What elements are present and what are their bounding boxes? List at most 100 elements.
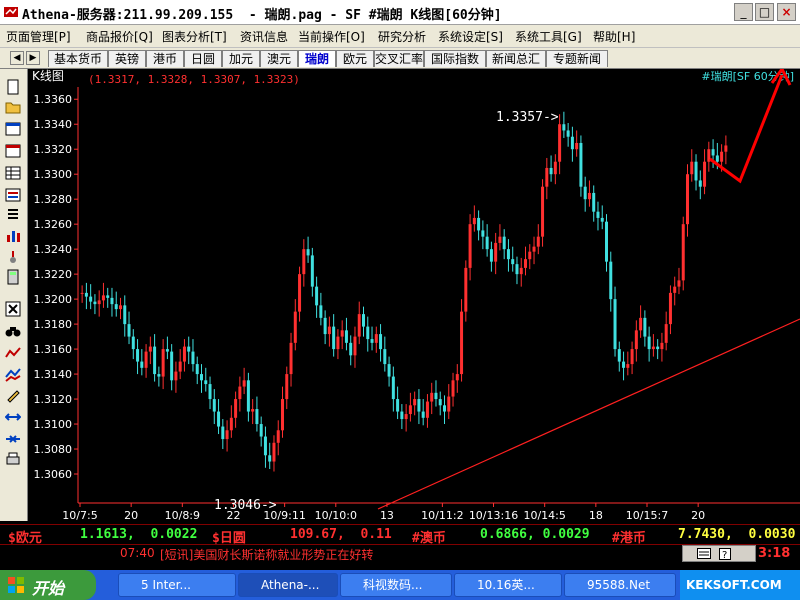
news-headline[interactable]: [短讯]美国财长斯诺称就业形势正在好转 bbox=[160, 546, 373, 563]
candlestick bbox=[178, 349, 182, 380]
tab-hkd[interactable]: 港币 bbox=[146, 50, 184, 67]
task-95588[interactable]: 95588.Net bbox=[564, 573, 676, 597]
tab-topic-news[interactable]: 专题新闻 bbox=[546, 50, 608, 67]
title-bar: Athena-服务器:211.99.209.155 - 瑞朗.pag - SF … bbox=[0, 0, 800, 25]
list-icon[interactable] bbox=[5, 207, 21, 223]
candle-body bbox=[131, 336, 135, 350]
y-tick-label: 1.3080 bbox=[34, 443, 73, 456]
candlestick bbox=[447, 384, 451, 420]
y-tick-label: 1.3300 bbox=[34, 168, 73, 181]
start-button[interactable]: 开始 bbox=[0, 570, 96, 600]
candlestick bbox=[349, 335, 353, 366]
tab-intl-index[interactable]: 国际指数 bbox=[424, 50, 486, 67]
signal-icon[interactable] bbox=[5, 249, 21, 265]
tab-basic-currency[interactable]: 基本货币 bbox=[48, 50, 108, 67]
candlestick bbox=[524, 246, 527, 276]
candlestick bbox=[430, 382, 434, 415]
candle-body bbox=[119, 305, 122, 310]
candlestick bbox=[413, 391, 417, 416]
candle-body bbox=[485, 236, 489, 250]
candle-body bbox=[664, 324, 668, 343]
binoculars-icon[interactable] bbox=[5, 323, 21, 339]
help-icon[interactable]: ? bbox=[719, 548, 731, 560]
menu-page-manage[interactable]: 页面管理[P] bbox=[6, 28, 71, 45]
candlestick bbox=[161, 339, 165, 390]
menu-system-settings[interactable]: 系统设定[S] bbox=[438, 28, 503, 45]
system-tray: KEKSOFT.COM bbox=[680, 570, 800, 600]
table-icon[interactable] bbox=[5, 165, 21, 181]
tab-news-summary[interactable]: 新闻总汇 bbox=[486, 50, 546, 67]
kline-chart[interactable]: K线图 (1.3317, 1.3328, 1.3307, 1.3323) #瑞朗… bbox=[28, 66, 800, 522]
candlestick bbox=[694, 154, 698, 191]
candle-body bbox=[532, 246, 536, 252]
input-toolbar[interactable]: ? bbox=[682, 545, 756, 562]
minimize-button[interactable]: _ bbox=[734, 3, 753, 21]
tab-cad[interactable]: 加元 bbox=[222, 50, 260, 67]
menu-system-tools[interactable]: 系统工具[G] bbox=[515, 28, 582, 45]
candlestick bbox=[549, 155, 553, 182]
candlestick bbox=[562, 111, 566, 138]
menu-current-op[interactable]: 当前操作[O] bbox=[298, 28, 365, 45]
indicator-icon[interactable] bbox=[5, 367, 21, 383]
close-chart-icon[interactable] bbox=[5, 301, 21, 317]
candlestick bbox=[707, 141, 711, 172]
tab-cross-rates[interactable]: 交叉汇率 bbox=[374, 50, 424, 67]
tab-jpy[interactable]: 日圆 bbox=[184, 50, 222, 67]
menu-help[interactable]: 帮助[H] bbox=[593, 28, 635, 45]
pencil-icon[interactable] bbox=[5, 387, 21, 403]
candle-body bbox=[148, 346, 152, 352]
tab-eur[interactable]: 欧元 bbox=[336, 50, 374, 67]
tab-scroll-left-icon[interactable]: ◀ bbox=[10, 51, 24, 65]
candlestick bbox=[344, 317, 348, 351]
menu-info[interactable]: 资讯信息 bbox=[240, 28, 288, 45]
candlestick bbox=[315, 276, 319, 318]
clock-display: 3:18 bbox=[758, 546, 791, 561]
window-icon[interactable] bbox=[5, 121, 21, 137]
candle-body bbox=[332, 326, 336, 350]
tab-gbp[interactable]: 英镑 bbox=[108, 50, 146, 67]
menu-chart-analysis[interactable]: 图表分析[T] bbox=[162, 28, 227, 45]
tab-scroll-right-icon[interactable]: ▶ bbox=[26, 51, 40, 65]
tab-chf[interactable]: 瑞朗 bbox=[298, 50, 336, 67]
candlestick bbox=[332, 314, 336, 357]
new-page-icon[interactable] bbox=[5, 79, 21, 95]
report-icon[interactable] bbox=[5, 187, 21, 203]
candlestick bbox=[310, 247, 314, 297]
y-tick-label: 1.3060 bbox=[34, 468, 73, 481]
candle-body bbox=[127, 324, 131, 337]
candlestick bbox=[391, 366, 395, 412]
candlestick bbox=[153, 334, 157, 382]
candle-body bbox=[472, 217, 476, 225]
candle-body bbox=[575, 142, 579, 150]
bar-chart-icon[interactable] bbox=[5, 227, 21, 243]
candle-body bbox=[647, 336, 651, 350]
candle-body bbox=[315, 286, 319, 306]
tab-aud[interactable]: 澳元 bbox=[260, 50, 298, 67]
candle-body bbox=[204, 380, 208, 385]
line-chart-icon[interactable] bbox=[5, 345, 21, 361]
candlestick bbox=[664, 311, 668, 351]
menu-research[interactable]: 研究分析 bbox=[378, 28, 426, 45]
candle-body bbox=[498, 236, 502, 243]
candlestick bbox=[421, 399, 425, 426]
open-folder-icon[interactable] bbox=[5, 99, 21, 115]
x-tick-label: 10/13:16 bbox=[469, 509, 518, 521]
keyboard-icon[interactable] bbox=[697, 548, 711, 559]
candle-body bbox=[285, 374, 289, 400]
chart-canvas[interactable]: K线图 (1.3317, 1.3328, 1.3307, 1.3323) #瑞朗… bbox=[28, 66, 800, 522]
close-button[interactable]: × bbox=[777, 3, 796, 21]
calendar-icon[interactable] bbox=[5, 143, 21, 159]
print-icon[interactable] bbox=[5, 451, 21, 467]
zoom-out-icon[interactable] bbox=[5, 409, 21, 425]
task-1016[interactable]: 10.16英... bbox=[454, 573, 562, 597]
candlestick bbox=[502, 229, 506, 260]
calculator-icon[interactable] bbox=[5, 269, 21, 285]
zoom-in-icon[interactable] bbox=[5, 431, 21, 447]
menu-quotes[interactable]: 商品报价[Q] bbox=[86, 28, 153, 45]
tabs-bar: ◀ ▶ 基本货币 英镑 港币 日圆 加元 澳元 瑞朗 欧元 交叉汇率 国际指数 … bbox=[0, 48, 800, 69]
maximize-button[interactable]: □ bbox=[755, 3, 774, 21]
task-keshi[interactable]: 科视数码... bbox=[340, 573, 452, 597]
candlestick bbox=[276, 420, 280, 456]
task-internet-explorer[interactable]: 5 Inter... bbox=[118, 573, 236, 597]
task-athena[interactable]: Athena-... bbox=[238, 573, 338, 597]
